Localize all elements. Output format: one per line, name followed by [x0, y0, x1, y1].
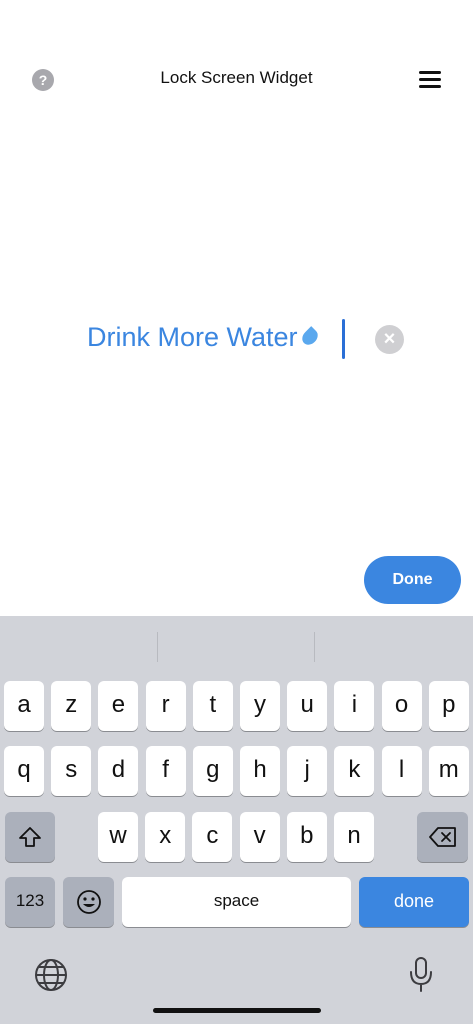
key-s[interactable]: s: [51, 746, 92, 796]
widget-text-value: Drink More Water: [87, 322, 298, 352]
droplet-emoji-icon: [298, 326, 321, 348]
key-c[interactable]: c: [192, 812, 233, 862]
key-m[interactable]: m: [428, 746, 469, 796]
prediction-separator: [314, 632, 315, 662]
key-y[interactable]: y: [240, 681, 280, 731]
key-p[interactable]: p: [428, 681, 469, 731]
key-t[interactable]: t: [192, 681, 233, 731]
key-w[interactable]: w: [98, 812, 138, 862]
key-f[interactable]: f: [145, 746, 186, 796]
key-h[interactable]: h: [240, 746, 280, 796]
shift-icon: [19, 827, 41, 847]
key-x[interactable]: x: [145, 812, 186, 862]
key-k[interactable]: k: [334, 746, 375, 796]
key-a[interactable]: a: [4, 681, 44, 731]
key-q[interactable]: q: [4, 746, 44, 796]
widget-text-field[interactable]: Drink More Water: [87, 322, 321, 353]
key-z[interactable]: z: [51, 681, 92, 731]
key-v[interactable]: v: [239, 812, 280, 862]
key-g[interactable]: g: [192, 746, 233, 796]
key-b[interactable]: b: [286, 812, 327, 862]
emoji-key[interactable]: [63, 877, 114, 927]
space-key[interactable]: space: [122, 877, 351, 927]
key-o[interactable]: o: [381, 681, 422, 731]
prediction-separator: [157, 632, 158, 662]
microphone-icon[interactable]: [407, 956, 435, 994]
key-r[interactable]: r: [145, 681, 186, 731]
key-n[interactable]: n: [334, 812, 374, 862]
key-i[interactable]: i: [334, 681, 375, 731]
hamburger-menu-icon[interactable]: [419, 71, 441, 88]
key-u[interactable]: u: [287, 681, 328, 731]
key-j[interactable]: j: [287, 746, 328, 796]
top-bar: ? Lock Screen Widget: [0, 56, 473, 102]
keyboard: azertyuiop qsdfghjklm wxcvbn 123 space d…: [0, 616, 473, 1024]
done-button[interactable]: Done: [364, 556, 461, 604]
key-l[interactable]: l: [381, 746, 422, 796]
emoji-icon: [76, 890, 101, 914]
keyboard-done-key[interactable]: done: [359, 877, 469, 927]
page-title: Lock Screen Widget: [160, 68, 313, 87]
clear-text-button[interactable]: ×: [375, 325, 404, 354]
widget-text-editor[interactable]: Drink More Water ×: [0, 318, 473, 362]
numbers-key[interactable]: 123: [5, 877, 55, 927]
home-indicator: [153, 1008, 321, 1013]
globe-icon[interactable]: [34, 958, 68, 992]
text-caret: [342, 319, 345, 359]
backspace-key[interactable]: [417, 812, 468, 862]
key-e[interactable]: e: [98, 681, 139, 731]
key-d[interactable]: d: [98, 746, 139, 796]
backspace-icon: [428, 827, 456, 847]
shift-key[interactable]: [5, 812, 55, 862]
